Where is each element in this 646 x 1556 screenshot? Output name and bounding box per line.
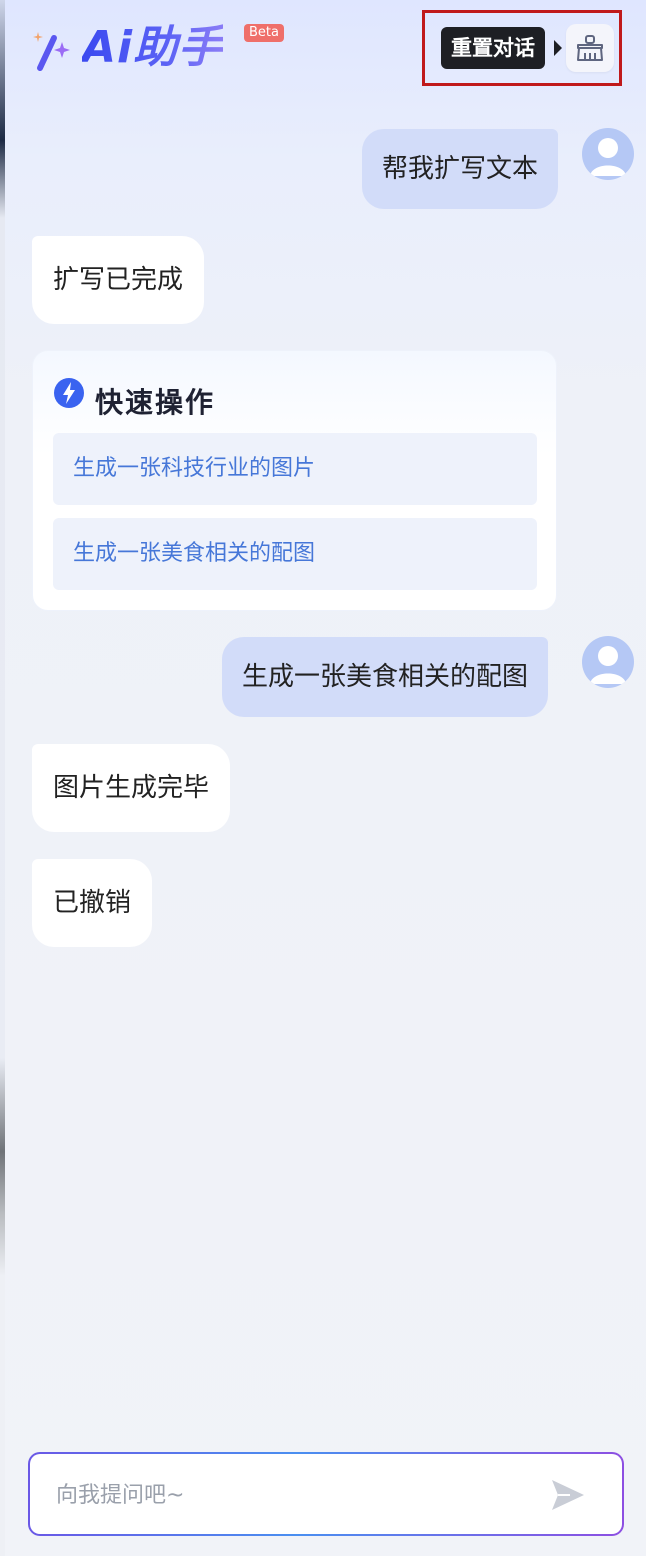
- user-avatar: [582, 128, 634, 180]
- window-edge: [0, 0, 5, 1556]
- tooltip-arrow: [554, 40, 562, 56]
- beta-badge: Beta: [244, 24, 284, 42]
- user-avatar: [582, 636, 634, 688]
- quick-action-item[interactable]: 生成一张美食相关的配图: [53, 518, 537, 590]
- reset-conversation-button[interactable]: [566, 24, 614, 72]
- assistant-message: 已撤销: [32, 859, 153, 947]
- user-message: 帮我扩写文本: [362, 129, 559, 209]
- quick-actions-title: 快速操作: [95, 386, 216, 419]
- magic-wand-icon: [33, 32, 70, 71]
- quick-actions-card: 快速操作 生成一张科技行业的图片 生成一张美食相关的配图: [32, 350, 557, 611]
- user-message: 生成一张美食相关的配图: [222, 637, 549, 717]
- chat-input[interactable]: [54, 1454, 528, 1536]
- reset-tooltip: 重置对话: [441, 27, 545, 69]
- user-avatar-icon: [590, 646, 626, 684]
- app-logo: Ai助手 Beta: [32, 22, 292, 76]
- quick-action-item[interactable]: 生成一张科技行业的图片: [53, 433, 537, 505]
- assistant-message: 扩写已完成: [32, 236, 205, 324]
- broom-icon: [577, 35, 603, 61]
- user-avatar-icon: [590, 138, 626, 176]
- app-name: Ai助手: [82, 22, 224, 73]
- assistant-message: 图片生成完毕: [32, 744, 231, 832]
- chat-input-box: [28, 1452, 624, 1536]
- send-icon[interactable]: [550, 1478, 586, 1512]
- lightning-icon: [54, 378, 84, 408]
